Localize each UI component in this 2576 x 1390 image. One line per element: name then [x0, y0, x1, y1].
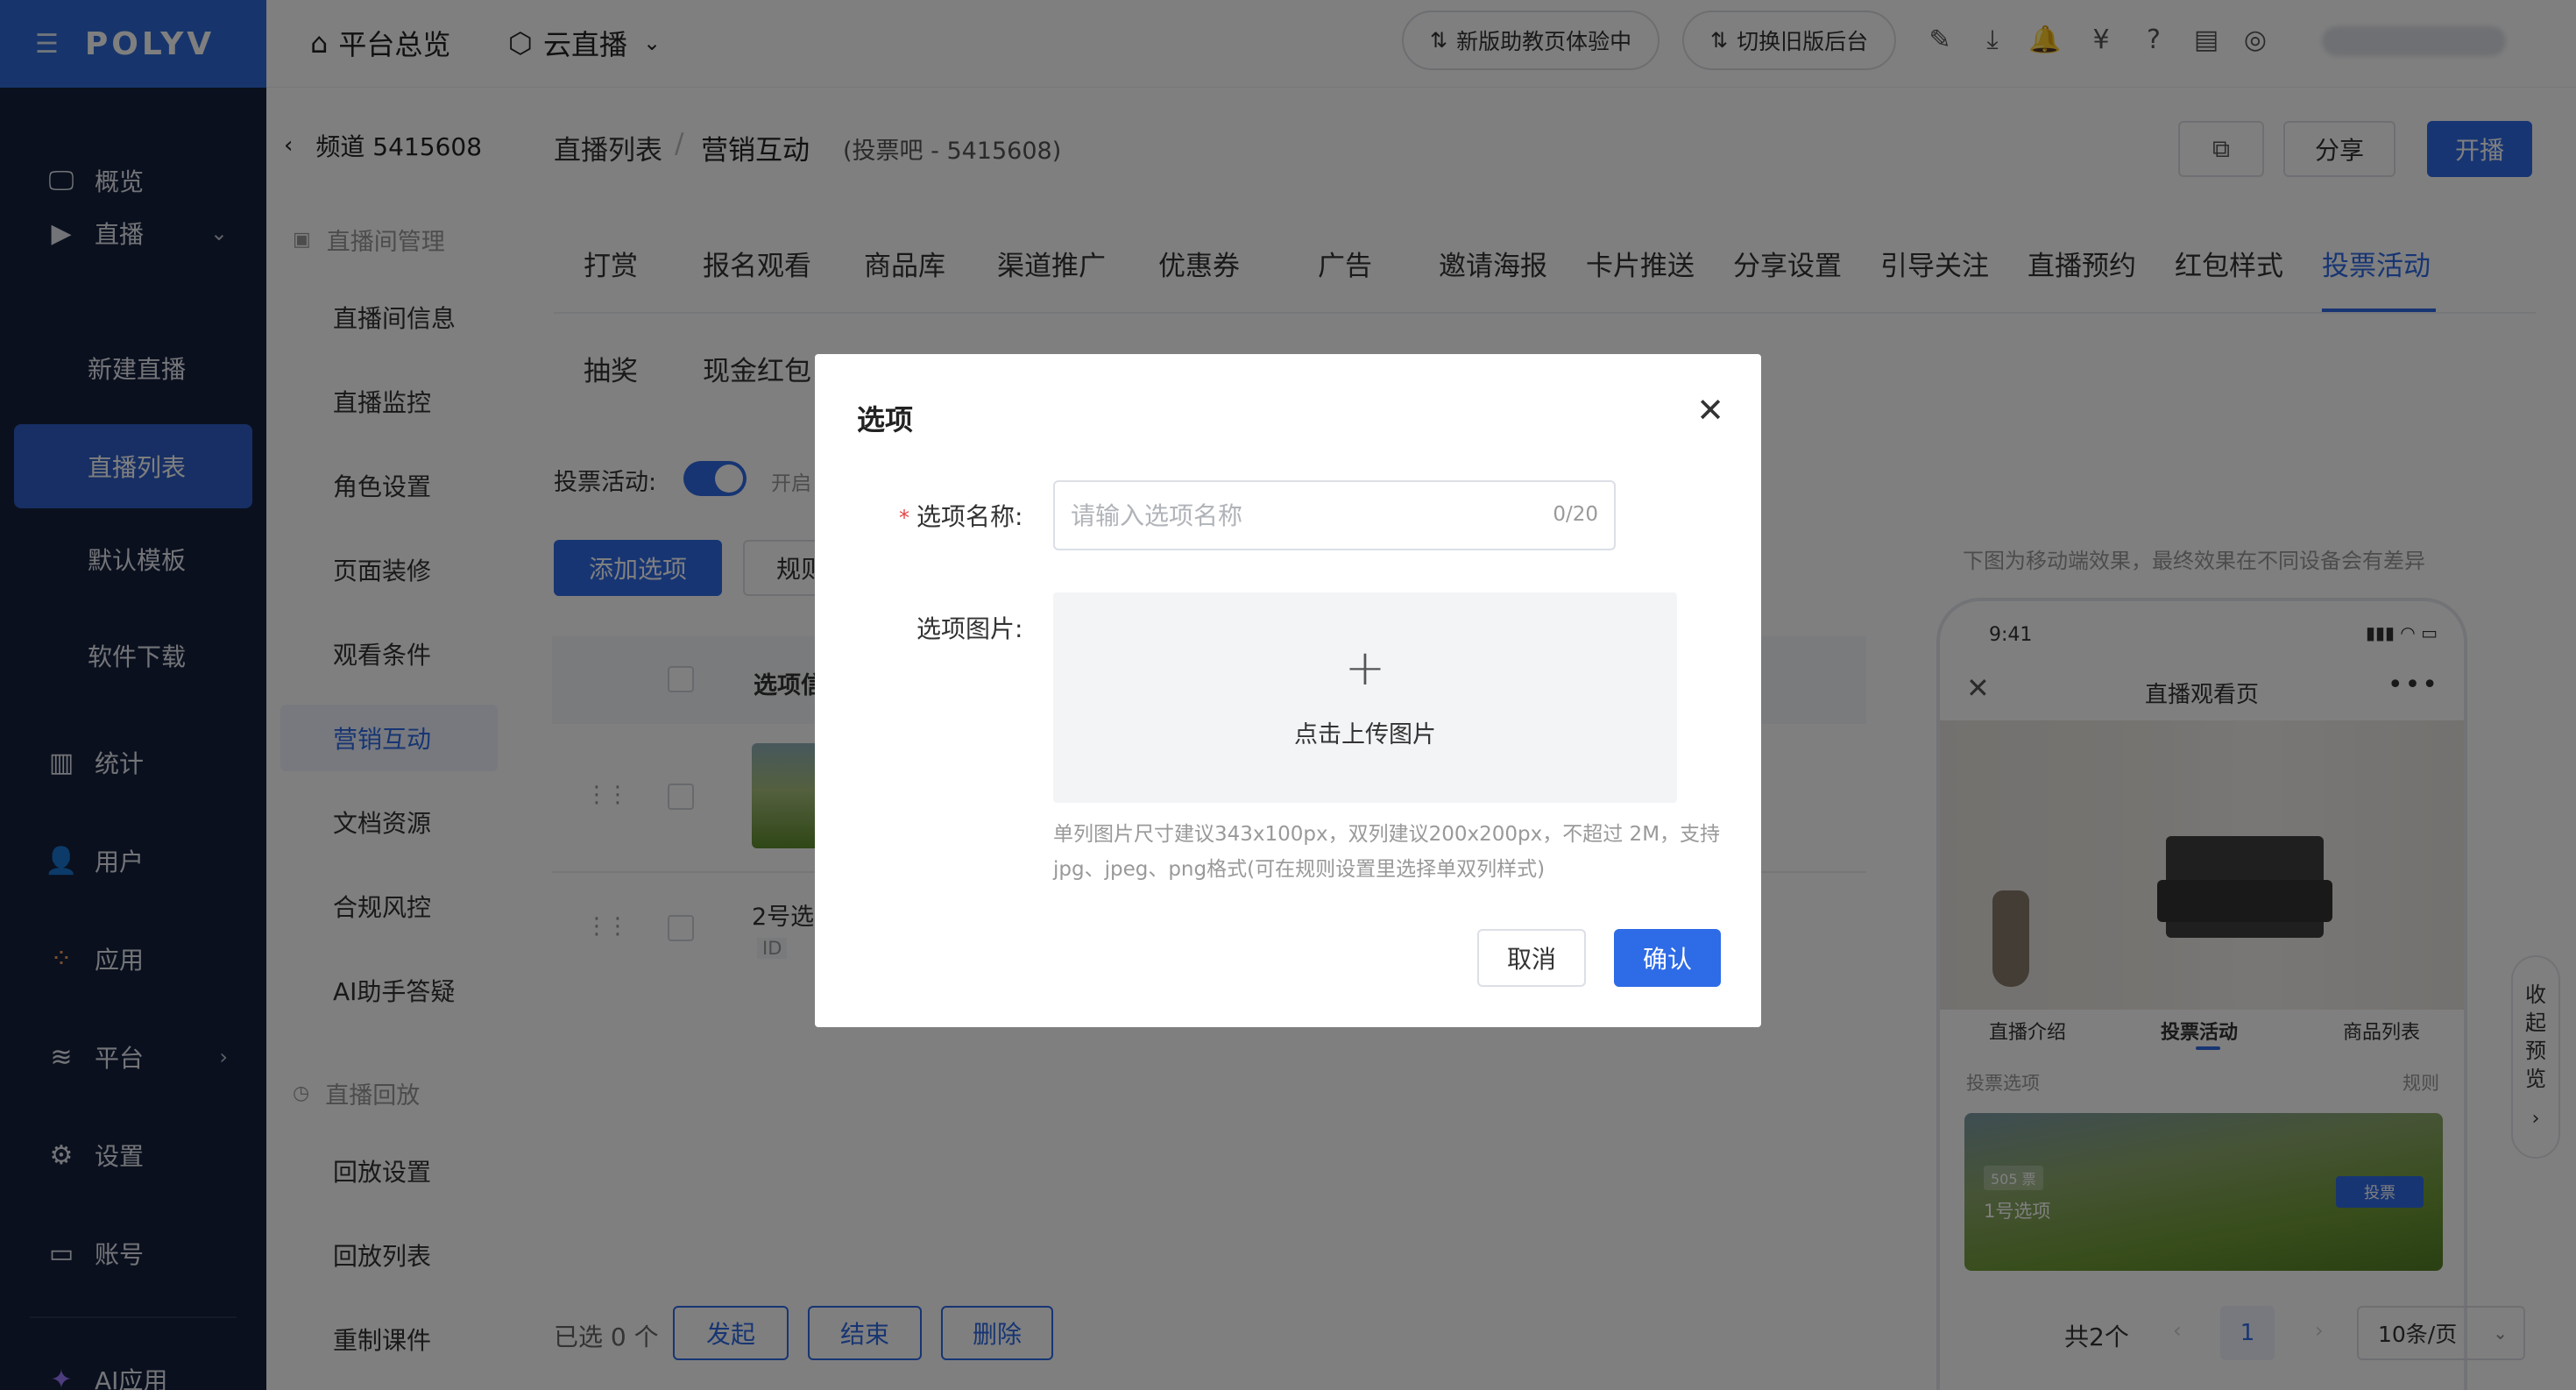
dialog-title: 选项 — [857, 403, 914, 436]
upload-hint: 单列图片尺寸建议343x100px，双列建议200x200px，不超过 2M，支… — [1053, 823, 1721, 881]
option-name-input[interactable] — [1055, 482, 1546, 549]
close-icon[interactable]: ✕ — [1696, 391, 1724, 429]
option-name-label: * 选项名称: — [899, 498, 1023, 533]
option-image-label: 选项图片: — [916, 614, 1023, 643]
option-name-field: 0/20 — [1053, 480, 1616, 550]
confirm-button[interactable]: 确认 — [1614, 929, 1721, 987]
label-text: 选项名称: — [916, 502, 1023, 531]
option-dialog: 选项 ✕ * 选项名称: 0/20 选项图片: + 点击上传图片 单列图片尺寸建议… — [815, 354, 1761, 1027]
required-mark: * — [899, 506, 909, 530]
image-upload-area[interactable]: + 点击上传图片 — [1053, 592, 1677, 803]
cancel-button[interactable]: 取消 — [1477, 929, 1586, 987]
plus-icon: + — [1344, 640, 1386, 697]
upload-text: 点击上传图片 — [1294, 721, 1436, 748]
char-counter: 0/20 — [1553, 503, 1598, 526]
